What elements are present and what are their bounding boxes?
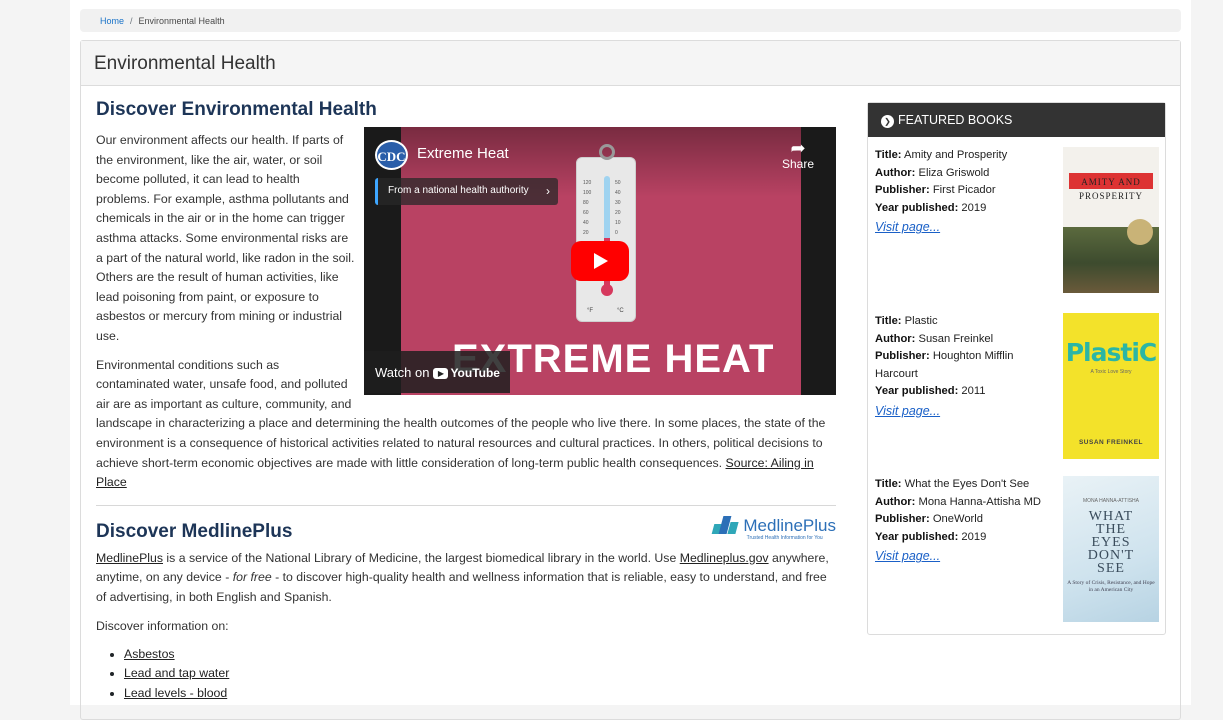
video-title[interactable]: Extreme Heat <box>417 145 509 162</box>
thermometer-f-label: °F <box>587 308 594 314</box>
medlineplus-link[interactable]: MedlinePlus <box>96 551 163 565</box>
play-button[interactable] <box>571 241 629 281</box>
book-year-label: Year published: <box>875 530 959 543</box>
thermometer-ring <box>599 144 615 160</box>
book-author-label: Author: <box>875 166 916 179</box>
discover-info-label: Discover information on: <box>96 619 229 634</box>
book-publisher-label: Publisher: <box>875 513 930 526</box>
cdc-channel-logo[interactable]: CDC <box>375 140 408 170</box>
book-info: Title: What the Eyes Don't See Author: M… <box>875 476 1050 567</box>
watch-on-label: Watch on <box>375 365 430 380</box>
book-info: Title: Plastic Author: Susan Freinkel Pu… <box>875 313 1050 422</box>
thermometer-graphic: 120 100 80 60 40 20 50 40 30 20 10 0 °F °C <box>576 144 636 322</box>
medlineplus-logo-text: MedlinePlus <box>743 515 836 535</box>
book-title-label: Title: <box>875 478 902 490</box>
list-item: Asbestos <box>124 645 836 664</box>
book-title: Plastic <box>904 315 938 327</box>
page-title: Environmental Health <box>81 41 1180 86</box>
book-author-label: Author: <box>875 332 916 345</box>
book-card-eyes: Title: What the Eyes Don't See Author: M… <box>875 476 1160 622</box>
thermometer-scale-f: 120 100 80 60 40 20 <box>583 180 592 236</box>
share-label: Share <box>781 157 814 171</box>
book-author: Eliza Griswold <box>918 166 990 179</box>
share-button[interactable]: ➦ Share <box>782 139 814 171</box>
book-year-label: Year published: <box>875 385 959 398</box>
featured-books-header: ❯ FEATURED BOOKS <box>868 103 1165 137</box>
main-content: Discover Environmental Health 120 100 80 60… <box>96 99 836 703</box>
book-info: Title: Amity and Prosperity Author: Eliz… <box>875 147 1050 238</box>
medlineplus-logo[interactable]: MedlinePlus Trusted Health Information f… <box>711 515 836 541</box>
youtube-label: YouTube <box>450 366 500 380</box>
video-player[interactable]: 120 100 80 60 40 20 50 40 30 20 10 0 °F °C CDC Ext… <box>364 127 836 395</box>
breadcrumb-home-link[interactable]: Home <box>100 16 124 26</box>
medlineplus-logo-tagline: Trusted Health Information for You <box>746 534 823 541</box>
book-card-amity: Title: Amity and Prosperity Author: Eliz… <box>875 147 1160 293</box>
discover-env-heading: Discover Environmental Health <box>96 99 377 120</box>
book-title-label: Title: <box>875 315 902 327</box>
chevron-right-icon: › <box>546 184 550 198</box>
medline-paragraph: MedlinePlus is a service of the National… <box>96 549 836 608</box>
page: Home / Environmental Health Environmental … <box>70 0 1191 720</box>
cover-author: MONA HANNA-ATTISHA <box>1082 498 1140 504</box>
medlineplus-gov-link[interactable]: Medlineplus.gov <box>680 551 769 565</box>
cover-subtitle: A Toxic Love Story <box>1090 369 1132 375</box>
book-publisher: First Picador <box>932 184 996 197</box>
visit-page-link[interactable]: Visit page... <box>875 548 940 566</box>
breadcrumb-separator: / <box>130 16 133 26</box>
book-title: What the Eyes Don't See <box>904 478 1030 490</box>
book-card-plastic: Title: Plastic Author: Susan Freinkel Pu… <box>875 313 1160 459</box>
medline-paragraph-text-a: is a service of the National Library of … <box>163 550 680 565</box>
watch-on-youtube-button[interactable]: Watch on ▶ YouTube <box>364 351 510 393</box>
cover-seal <box>1127 219 1153 245</box>
featured-books-heading: FEATURED BOOKS <box>898 113 1013 127</box>
book-publisher-label: Publisher: <box>875 184 930 197</box>
topic-link-asbestos[interactable]: Asbestos <box>124 647 175 661</box>
cover-title: PlastiC <box>1065 338 1158 367</box>
section-divider <box>96 504 836 506</box>
youtube-play-icon: ▶ <box>433 368 449 379</box>
book-year: 2011 <box>961 385 986 398</box>
chevron-circle-right-icon: ❯ <box>881 115 894 128</box>
cover-author: SUSAN FREINKEL <box>1078 439 1144 446</box>
topic-link-lead-levels-blood[interactable]: Lead levels - blood <box>124 686 227 700</box>
book-year: 2019 <box>961 530 987 543</box>
visit-page-link[interactable]: Visit page... <box>875 219 940 237</box>
authority-panel[interactable]: From a national health authority › <box>375 178 558 205</box>
topic-link-lead-tap-water[interactable]: Lead and tap water <box>124 666 229 680</box>
thermometer-c-label: °C <box>617 308 624 314</box>
breadcrumb-current: Environmental Health <box>138 16 225 26</box>
main-card: Environmental Health Discover Environmen… <box>80 40 1181 720</box>
thermometer-bulb <box>601 284 613 296</box>
book-year-label: Year published: <box>875 201 959 214</box>
topic-list: Asbestos Lead and tap water Lead levels … <box>96 645 836 703</box>
cover-title: WHAT THE EYES DON'T SEE <box>1063 510 1159 576</box>
medlineplus-logo-icon <box>711 515 739 534</box>
visit-page-link[interactable]: Visit page... <box>875 403 940 421</box>
book-publisher-label: Publisher: <box>875 350 930 363</box>
book-cover-eyes[interactable]: MONA HANNA-ATTISHA WHAT THE EYES DON'T S… <box>1063 476 1159 622</box>
intro-block: 120 100 80 60 40 20 50 40 30 20 10 0 °F °C CDC Ext… <box>96 127 836 493</box>
share-arrow-icon: ➦ <box>790 138 806 158</box>
featured-books-panel: ❯ FEATURED BOOKS Title: Amity and Prosper… <box>867 102 1166 635</box>
book-author: Mona Hanna-Attisha MD <box>918 495 1042 508</box>
authority-label: From a national health authority <box>388 185 529 196</box>
cover-subtitle: A Story of Crisis, Resistance, and Hope … <box>1067 580 1155 593</box>
breadcrumb: Home / Environmental Health <box>80 9 1181 32</box>
book-author-label: Author: <box>875 495 916 508</box>
book-publisher: OneWorld <box>932 513 983 526</box>
medline-paragraph-em: for free <box>232 570 272 585</box>
book-cover-amity[interactable]: AMITY AND PROSPERITY <box>1063 147 1159 293</box>
list-item: Lead levels - blood <box>124 684 836 703</box>
book-year: 2019 <box>961 201 987 214</box>
book-title-label: Title: <box>875 149 902 161</box>
book-cover-plastic[interactable]: PlastiC A Toxic Love Story SUSAN FREINKE… <box>1063 313 1159 459</box>
thermometer-scale-c: 50 40 30 20 10 0 <box>615 180 621 236</box>
list-item: Lead and tap water <box>124 664 836 683</box>
book-author: Susan Freinkel <box>918 332 994 345</box>
cover-title-line: SEE <box>1097 561 1125 576</box>
cover-title: AMITY AND PROSPERITY <box>1078 177 1143 201</box>
book-title: Amity and Prosperity <box>904 149 1008 161</box>
